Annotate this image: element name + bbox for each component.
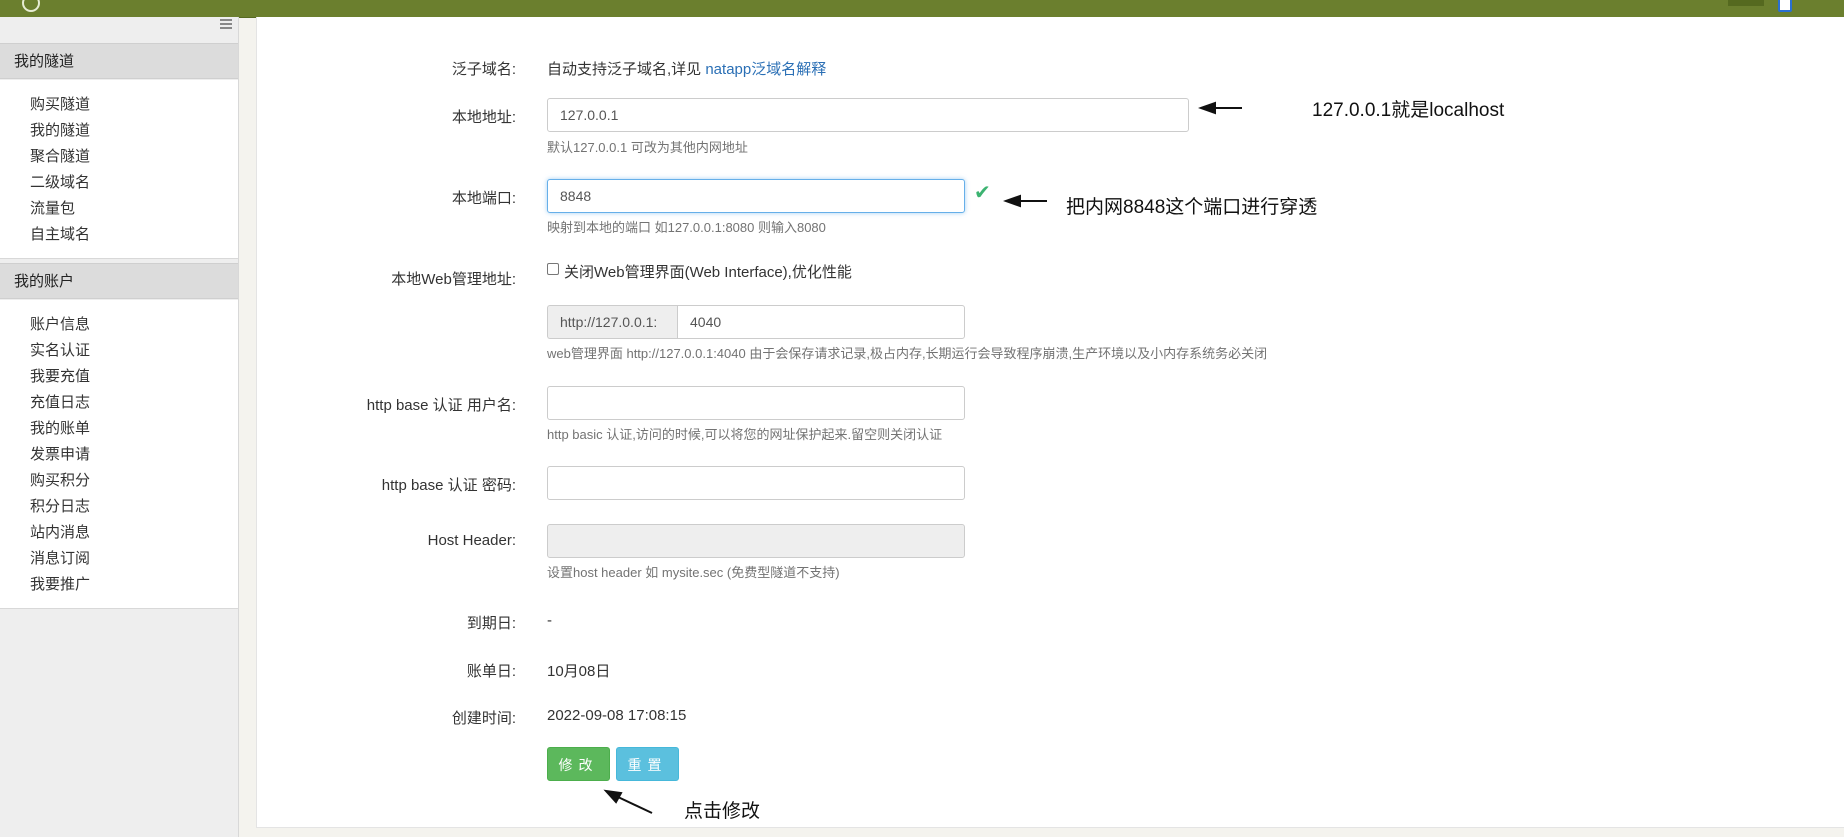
note-port-forward: 把内网8848这个端口进行穿透 bbox=[1066, 197, 1318, 218]
note-localhost: 127.0.0.1就是localhost bbox=[1312, 100, 1505, 121]
note-click-modify: 点击修改 bbox=[684, 801, 761, 822]
annotation-arrows bbox=[603, 101, 1242, 814]
arrow-local-address bbox=[1198, 101, 1242, 115]
arrow-modify bbox=[603, 789, 653, 814]
arrow-local-port bbox=[1003, 194, 1047, 208]
